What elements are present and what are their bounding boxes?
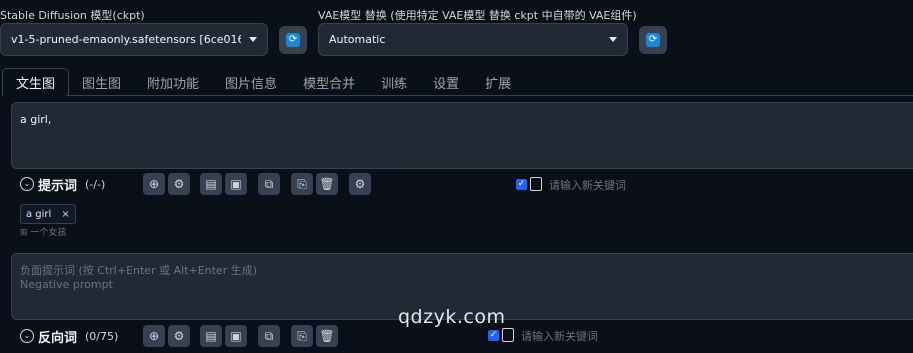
translate-button[interactable]: ⊕ bbox=[143, 325, 165, 347]
translate-icon: ⊞ bbox=[20, 228, 31, 238]
bookmark-icon: ▣ bbox=[230, 177, 242, 191]
clipboard-icon: ⧉ bbox=[264, 177, 274, 191]
prompt-keyword-input[interactable]: 请输入新关键词 bbox=[549, 177, 626, 193]
checkpoint-label: Stable Diffusion 模型(ckpt) bbox=[0, 9, 145, 22]
tab-txt2img[interactable]: 文生图 bbox=[2, 68, 70, 96]
tab-img2img[interactable]: 图生图 bbox=[69, 68, 134, 96]
tab-train[interactable]: 训练 bbox=[368, 68, 420, 96]
vae-label: VAE模型 替换 (使用特定 VAE模型 替换 ckpt 中自带的 VAE组件) bbox=[318, 9, 637, 22]
negative-token-count: (0/75) bbox=[85, 329, 119, 343]
negative-toolbar: ⌄ 反向词 (0/75) bbox=[20, 324, 118, 348]
copy-button[interactable]: ⎘ bbox=[291, 325, 313, 347]
trash-icon: 🗑 bbox=[319, 177, 335, 191]
prompt-token-count: (-/-) bbox=[85, 177, 106, 191]
gear-icon: ⚙ bbox=[173, 177, 185, 191]
tab-divider bbox=[66, 95, 913, 96]
watermark: qdzyk.com bbox=[398, 306, 506, 328]
translate-button[interactable]: ⊕ bbox=[143, 173, 165, 195]
document-icon: ▤ bbox=[205, 329, 217, 343]
collapse-icon[interactable]: ⌄ bbox=[20, 177, 34, 191]
bookmark-icon: ▣ bbox=[230, 329, 242, 343]
checkpoint-value: v1-5-pruned-emaonly.safetensors [6ce0161… bbox=[11, 33, 241, 46]
paste-button[interactable]: ⧉ bbox=[258, 173, 280, 195]
collapse-icon[interactable]: ⌄ bbox=[20, 329, 34, 343]
negative-keyword-input[interactable]: 请输入新关键词 bbox=[521, 328, 598, 344]
negative-title: 反向词 bbox=[38, 330, 78, 346]
close-icon[interactable]: × bbox=[61, 209, 69, 220]
gear-icon: ⚙ bbox=[173, 329, 185, 343]
vae-dropdown[interactable]: Automatic bbox=[318, 23, 628, 56]
globe-icon: ⊕ bbox=[148, 329, 160, 343]
check-icon: ✓ bbox=[517, 179, 526, 189]
tag-translation-text: 一个女孩 bbox=[30, 228, 67, 238]
refresh-icon: ⟳ bbox=[286, 33, 300, 47]
tab-extras[interactable]: 附加功能 bbox=[134, 68, 212, 96]
checkpoint-dropdown[interactable]: v1-5-pruned-emaonly.safetensors [6ce0161… bbox=[0, 23, 268, 56]
main-tabs: 文生图 图生图 附加功能 图片信息 模型合并 训练 设置 扩展 bbox=[2, 68, 524, 96]
clipboard-icon: ⧉ bbox=[264, 329, 274, 343]
tab-model-merge[interactable]: 模型合并 bbox=[290, 68, 368, 96]
prompt-textarea[interactable]: a girl, bbox=[11, 102, 913, 169]
paste-button[interactable]: ⧉ bbox=[258, 325, 280, 347]
copy-icon: ⎘ bbox=[297, 329, 307, 343]
globe-icon: ⊕ bbox=[148, 177, 160, 191]
prompt-tag[interactable]: a girl × bbox=[20, 204, 76, 224]
settings-button[interactable]: ⚙ bbox=[168, 325, 190, 347]
check-icon: ✓ bbox=[489, 330, 498, 340]
document-icon: ▤ bbox=[205, 177, 217, 191]
favorite-button[interactable]: ▣ bbox=[225, 173, 247, 195]
favorite-button[interactable]: ▣ bbox=[225, 325, 247, 347]
tag-text: a girl bbox=[26, 208, 52, 220]
prompt-title: 提示词 bbox=[38, 178, 78, 194]
chevron-down-icon bbox=[609, 37, 617, 42]
history-button[interactable]: ▤ bbox=[200, 325, 222, 347]
clear-button[interactable]: 🗑 bbox=[316, 173, 338, 195]
copy-button[interactable]: ⎘ bbox=[291, 173, 313, 195]
history-button[interactable]: ▤ bbox=[200, 173, 222, 195]
keyword-checkbox[interactable]: ✓ bbox=[488, 330, 499, 341]
negative-placeholder-line2: Negative prompt bbox=[20, 278, 113, 291]
vae-value: Automatic bbox=[329, 33, 386, 46]
clear-button[interactable]: 🗑 bbox=[316, 325, 338, 347]
tab-settings[interactable]: 设置 bbox=[420, 68, 472, 96]
keyword-checkbox[interactable]: ✓ bbox=[516, 179, 527, 190]
checkpoint-refresh-button[interactable]: ⟳ bbox=[279, 26, 307, 54]
settings-button[interactable]: ⚙ bbox=[168, 173, 190, 195]
trash-icon: 🗑 bbox=[319, 329, 335, 343]
negative-placeholder-line1: 负面提示词 (按 Ctrl+Enter 或 Alt+Enter 生成) bbox=[20, 264, 258, 277]
panel-icon[interactable] bbox=[502, 328, 514, 342]
prompt-text: a girl, bbox=[20, 113, 52, 126]
extra-settings-button[interactable]: ⚙ bbox=[349, 173, 371, 195]
vae-refresh-button[interactable]: ⟳ bbox=[639, 26, 667, 54]
tab-png-info[interactable]: 图片信息 bbox=[212, 68, 290, 96]
panel-icon[interactable] bbox=[530, 177, 542, 191]
refresh-icon: ⟳ bbox=[646, 33, 660, 47]
copy-icon: ⎘ bbox=[297, 177, 307, 191]
gear-icon: ⚙ bbox=[354, 177, 366, 191]
chevron-down-icon bbox=[249, 37, 257, 42]
prompt-toolbar: ⌄ 提示词 (-/-) bbox=[20, 172, 105, 196]
tab-extensions[interactable]: 扩展 bbox=[472, 68, 524, 96]
tag-translation: ⊞ 一个女孩 bbox=[20, 225, 66, 238]
